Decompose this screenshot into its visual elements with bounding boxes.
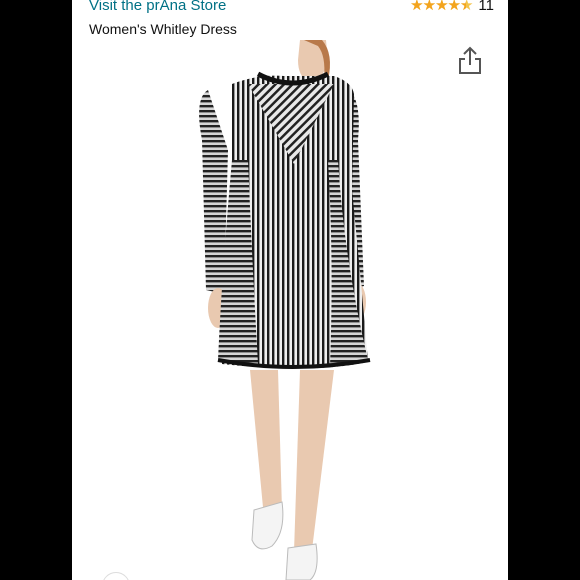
rating-count[interactable]: 11 [478, 0, 494, 14]
rating-widget[interactable]: ★★★★★ ★★★★★ 11 [410, 0, 494, 14]
star-rating-icon: ★★★★★ ★★★★★ [410, 0, 473, 14]
product-panel: Visit the prAna Store ★★★★★ ★★★★★ 11 Wom… [72, 0, 508, 580]
share-button[interactable] [457, 46, 483, 76]
store-link[interactable]: Visit the prAna Store [89, 0, 226, 14]
share-icon [459, 46, 481, 74]
product-title: Women's Whitley Dress [89, 21, 237, 37]
product-image[interactable] [72, 40, 508, 580]
